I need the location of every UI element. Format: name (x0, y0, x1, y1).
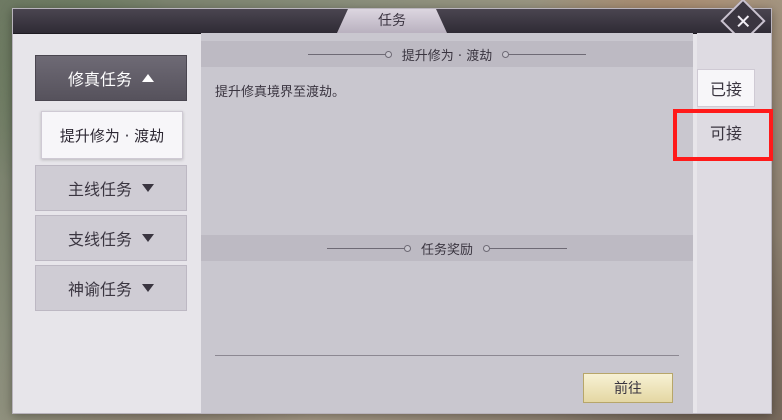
category-label: 神谕任务 (67, 280, 132, 299)
category-main[interactable]: 主线任务 (35, 165, 187, 211)
quest-heading: 提升修为 · 渡劫 (401, 48, 493, 64)
category-cultivation[interactable]: 修真任务 (35, 55, 187, 101)
quest-detail-panel: 提升修为 · 渡劫 提升修真境界至渡劫。 任务奖励 前往 (201, 33, 693, 413)
divider-ornament (502, 50, 587, 58)
triangle-down-icon (142, 184, 154, 192)
tab-available[interactable]: 可接 (697, 113, 755, 151)
quest-heading-bar: 提升修为 · 渡劫 (201, 41, 693, 67)
window-title: 任务 (337, 9, 447, 33)
quest-item-selected[interactable]: 提升修为 · 渡劫 (41, 111, 183, 159)
category-label: 主线任务 (67, 180, 132, 199)
reward-heading: 任务奖励 (420, 242, 473, 258)
tab-accepted[interactable]: 已接 (697, 69, 755, 107)
quest-description: 提升修真境界至渡劫。 (215, 85, 346, 100)
triangle-down-icon (142, 284, 154, 292)
category-label: 支线任务 (67, 230, 132, 249)
category-list: 修真任务 提升修为 · 渡劫 主线任务 支线任务 神谕任务 (27, 47, 191, 377)
category-side[interactable]: 支线任务 (35, 215, 187, 261)
reward-heading-bar: 任务奖励 (201, 235, 693, 261)
divider-ornament (307, 50, 392, 58)
go-button[interactable]: 前往 (583, 373, 673, 403)
category-label: 修真任务 (67, 70, 132, 89)
tab-column: 已接 可接 (697, 33, 771, 413)
close-icon: ✕ (734, 8, 752, 33)
title-bar: 任务 (13, 9, 771, 34)
divider-ornament (483, 244, 567, 252)
triangle-up-icon (142, 74, 154, 82)
quest-window: 任务 ✕ 修真任务 提升修为 · 渡劫 主线任务 支线任务 神谕任务 提升修为 … (12, 0, 773, 414)
bottom-divider (215, 355, 679, 356)
category-oracle[interactable]: 神谕任务 (35, 265, 187, 311)
divider-ornament (326, 244, 411, 252)
triangle-down-icon (142, 234, 154, 242)
